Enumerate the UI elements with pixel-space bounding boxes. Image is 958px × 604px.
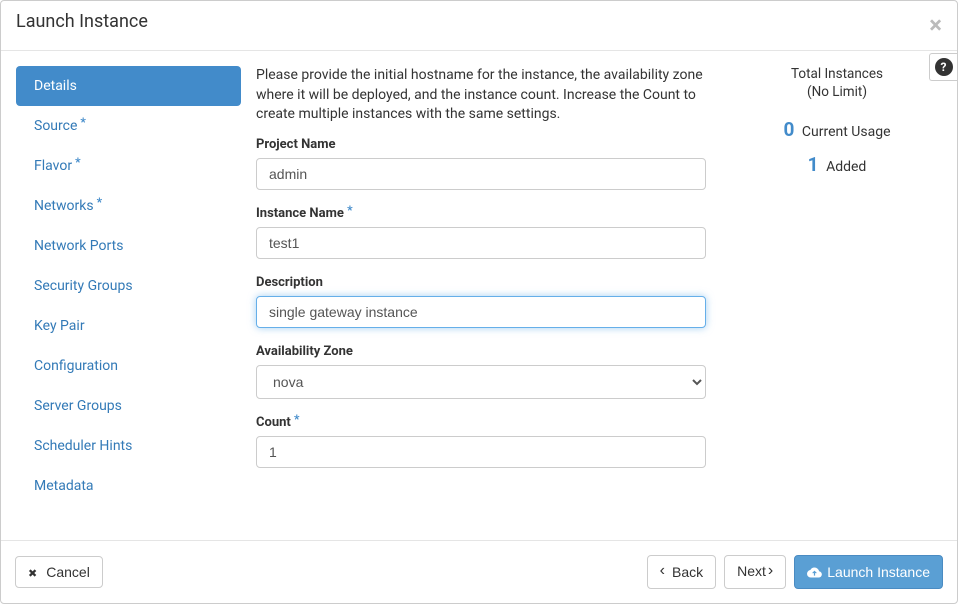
cloud-upload-icon (807, 565, 822, 580)
stats-panel: Total Instances (No Limit) 0 Current Usa… (727, 66, 927, 525)
sidebar-item-label: Network Ports (34, 238, 123, 254)
stat-label: Added (826, 159, 866, 175)
sidebar-item-configuration[interactable]: Configuration (16, 346, 241, 386)
stats-subtitle: (No Limit) (747, 84, 927, 100)
launch-instance-button[interactable]: Launch Instance (794, 555, 943, 589)
sidebar-item-label: Networks (34, 198, 94, 214)
modal-footer: Cancel Back Next Launch Instance (1, 540, 957, 603)
sidebar-item-label: Key Pair (34, 318, 85, 334)
launch-instance-modal: Launch Instance × ? Details Source* Flav… (0, 0, 958, 604)
field-project-name: Project Name (256, 137, 727, 190)
sidebar-item-label: Metadata (34, 478, 94, 494)
sidebar-item-flavor[interactable]: Flavor* (16, 146, 241, 186)
chevron-left-icon (660, 563, 667, 581)
sidebar-item-label: Source (34, 118, 77, 134)
sidebar-item-networks[interactable]: Networks* (16, 186, 241, 226)
sidebar-item-details[interactable]: Details (16, 66, 241, 106)
next-button[interactable]: Next (724, 555, 786, 589)
wizard-sidebar: Details Source* Flavor* Networks* Networ… (16, 66, 241, 525)
input-count[interactable] (256, 436, 706, 468)
field-instance-name: Instance Name * (256, 206, 727, 259)
modal-header: Launch Instance (1, 1, 957, 51)
field-count: Count * (256, 415, 727, 468)
field-availability-zone: Availability Zone nova (256, 344, 727, 399)
required-asterisk-icon: * (294, 412, 299, 426)
main-content: Please provide the initial hostname for … (241, 66, 942, 525)
chevron-right-icon: Next (737, 563, 773, 581)
sidebar-item-label: Flavor (34, 158, 72, 174)
input-project-name[interactable] (256, 158, 706, 190)
stat-current-usage: 0 Current Usage (747, 118, 927, 141)
label-count: Count * (256, 415, 727, 430)
sidebar-item-server-groups[interactable]: Server Groups (16, 386, 241, 426)
sidebar-item-label: Security Groups (34, 278, 133, 294)
close-icon[interactable]: × (929, 13, 942, 37)
stat-number: 1 (808, 153, 819, 176)
sidebar-item-key-pair[interactable]: Key Pair (16, 306, 241, 346)
sidebar-item-source[interactable]: Source* (16, 106, 241, 146)
label-availability-zone: Availability Zone (256, 344, 727, 359)
sidebar-item-label: Configuration (34, 358, 118, 374)
required-asterisk-icon: * (80, 115, 85, 129)
stat-added: 1 Added (747, 153, 927, 176)
label-project-name: Project Name (256, 137, 727, 152)
label-instance-name: Instance Name * (256, 206, 727, 221)
stat-number: 0 (784, 118, 795, 141)
sidebar-item-network-ports[interactable]: Network Ports (16, 226, 241, 266)
sidebar-item-security-groups[interactable]: Security Groups (16, 266, 241, 306)
cancel-button[interactable]: Cancel (15, 556, 103, 588)
modal-body: Details Source* Flavor* Networks* Networ… (1, 51, 957, 540)
select-availability-zone[interactable]: nova (256, 365, 706, 399)
help-icon: ? (935, 58, 953, 76)
footer-right: Back Next Launch Instance (647, 555, 943, 589)
stats-title: Total Instances (747, 66, 927, 82)
back-button[interactable]: Back (647, 555, 716, 589)
required-asterisk-icon: * (97, 195, 102, 209)
label-description: Description (256, 275, 727, 290)
field-description: Description (256, 275, 727, 328)
input-description[interactable] (256, 296, 706, 328)
sidebar-item-metadata[interactable]: Metadata (16, 466, 241, 506)
form-area: Please provide the initial hostname for … (256, 66, 727, 525)
sidebar-item-label: Scheduler Hints (34, 438, 132, 454)
sidebar-item-label: Server Groups (34, 398, 122, 414)
input-instance-name[interactable] (256, 227, 706, 259)
sidebar-item-label: Details (34, 78, 77, 94)
help-button[interactable]: ? (929, 53, 957, 81)
intro-text: Please provide the initial hostname for … (256, 66, 727, 125)
required-asterisk-icon: * (75, 155, 80, 169)
x-icon (28, 564, 41, 580)
stat-label: Current Usage (802, 124, 891, 140)
required-asterisk-icon: * (347, 203, 352, 217)
sidebar-item-scheduler-hints[interactable]: Scheduler Hints (16, 426, 241, 466)
modal-title: Launch Instance (16, 11, 148, 32)
